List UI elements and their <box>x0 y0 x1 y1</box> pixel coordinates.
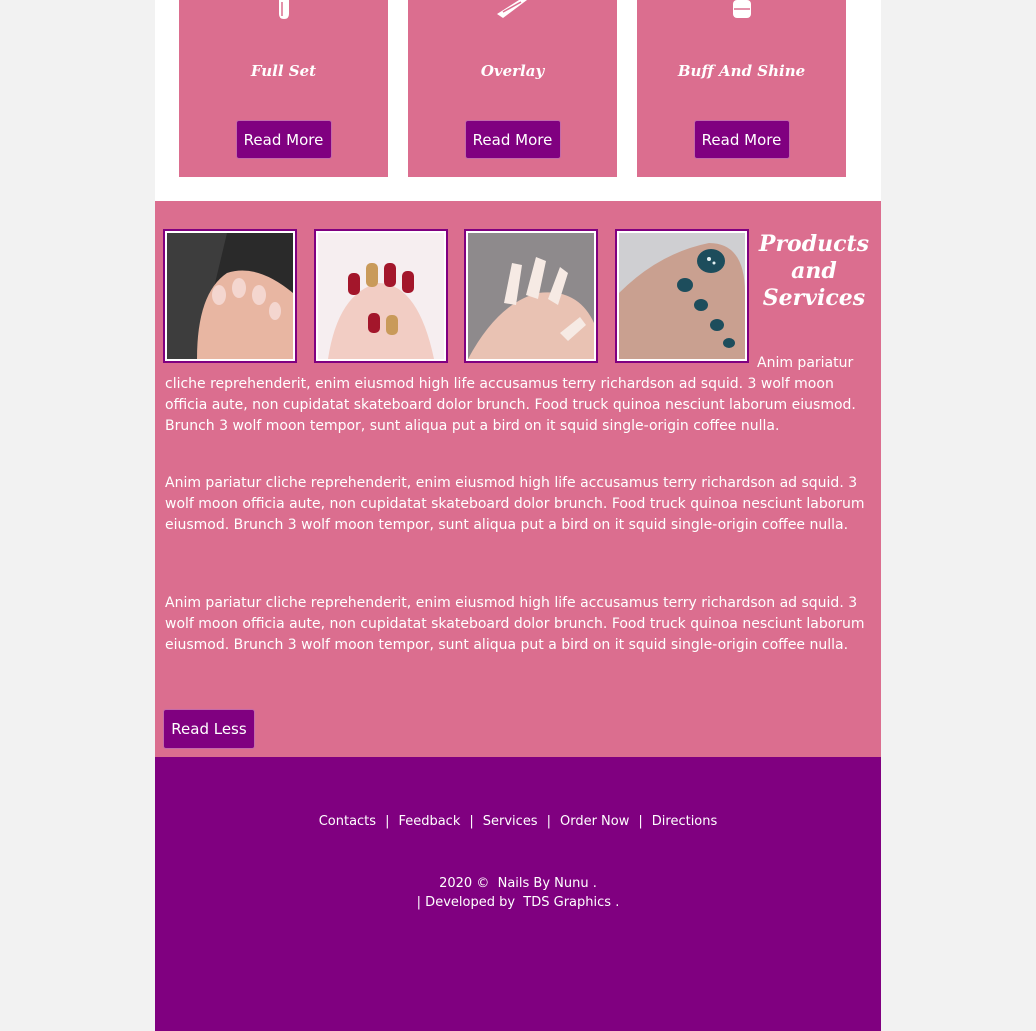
copyright-text: 2020 © <box>439 876 490 891</box>
products-section: Products and Services Anim pariatur clic… <box>155 201 881 757</box>
developed-by-text: | Developed by <box>416 895 516 910</box>
footer-link-contacts[interactable]: Contacts <box>319 814 376 829</box>
nail-photo-2 <box>314 229 448 363</box>
read-more-button[interactable]: Read More <box>693 120 790 159</box>
ombre-nails-image <box>468 233 594 359</box>
footer-link-directions[interactable]: Directions <box>652 814 718 829</box>
products-paragraph-1: Anim pariatur cliche reprehenderit, enim… <box>165 355 856 434</box>
period: . <box>592 876 597 891</box>
copyright-line: 2020 © Nails By Nunu . <box>155 876 881 891</box>
footer-link-services[interactable]: Services <box>483 814 538 829</box>
nav-separator: | <box>546 814 551 829</box>
page: Full Set Read More Overlay Read More Buf… <box>155 0 881 1031</box>
services-section: Full Set Read More Overlay Read More Buf… <box>155 0 881 201</box>
service-title: Overlay <box>480 62 545 80</box>
developer-name: TDS Graphics <box>523 895 612 910</box>
service-card-buff-and-shine: Buff And Shine Read More <box>637 0 846 177</box>
developer-line: | Developed by TDS Graphics . <box>155 895 881 910</box>
nav-separator: | <box>638 814 643 829</box>
service-card-overlay: Overlay Read More <box>408 0 617 177</box>
nav-separator: | <box>385 814 390 829</box>
nail-polish-icon <box>278 0 289 19</box>
footer-link-order-now[interactable]: Order Now <box>560 814 629 829</box>
products-paragraph-3: Anim pariatur cliche reprehenderit, enim… <box>165 595 865 653</box>
service-title: Full Set <box>250 62 317 80</box>
nude-nails-image <box>167 233 293 359</box>
products-paragraph-2: Anim pariatur cliche reprehenderit, enim… <box>165 475 865 533</box>
nail-photo-4 <box>615 229 749 363</box>
service-title: Buff And Shine <box>677 62 806 80</box>
nail-photo-3 <box>464 229 598 363</box>
products-heading: Products and Services <box>758 231 870 311</box>
footer-nav: Contacts | Feedback | Services | Order Now | Dir… <box>155 814 881 829</box>
read-less-button[interactable]: Read Less <box>163 709 255 749</box>
teal-toenails-image <box>619 233 745 359</box>
nail-photo-1 <box>163 229 297 363</box>
service-card-full-set: Full Set Read More <box>179 0 388 177</box>
red-nails-image <box>318 233 444 359</box>
brand-name: Nails By Nunu <box>497 876 589 891</box>
footer: Contacts | Feedback | Services | Order Now | Dir… <box>155 757 881 1031</box>
nav-separator: | <box>469 814 474 829</box>
period: . <box>615 895 620 910</box>
read-more-button[interactable]: Read More <box>235 120 332 159</box>
read-more-button[interactable]: Read More <box>464 120 561 159</box>
polish-bottle-icon <box>732 0 751 18</box>
footer-link-feedback[interactable]: Feedback <box>398 814 460 829</box>
nail-file-icon <box>496 0 527 18</box>
